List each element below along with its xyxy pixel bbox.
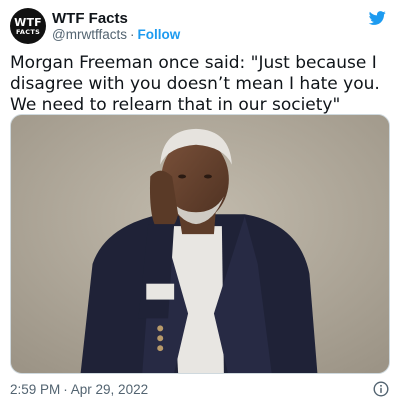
avatar-text-bottom: FACTS <box>15 27 41 36</box>
tweet-date: Apr 29, 2022 <box>70 382 149 397</box>
info-icon[interactable] <box>373 381 389 397</box>
tweet-photo[interactable] <box>10 114 390 374</box>
follow-button[interactable]: Follow <box>137 27 180 42</box>
author-name[interactable]: WTF Facts <box>52 10 128 27</box>
tweet-embed: WTF FACTS WTF Facts @mrwtffacts · Follow M… <box>0 0 400 411</box>
tweet-time: 2:59 PM <box>10 382 61 397</box>
author-handle-line: @mrwtffacts · Follow <box>52 27 180 42</box>
avatar-text-top: WTF <box>14 15 42 29</box>
tweet-timestamp[interactable]: 2:59 PM · Apr 29, 2022 <box>10 382 148 397</box>
portrait-illustration <box>11 115 389 373</box>
timestamp-separator: · <box>63 382 68 397</box>
twitter-bird-icon[interactable] <box>366 9 388 27</box>
avatar[interactable]: WTF FACTS <box>10 8 46 44</box>
author-handle[interactable]: @mrwtffacts <box>52 27 127 42</box>
handle-separator: · <box>129 27 135 42</box>
tweet-text: Morgan Freeman once said: "Just because … <box>10 53 380 115</box>
